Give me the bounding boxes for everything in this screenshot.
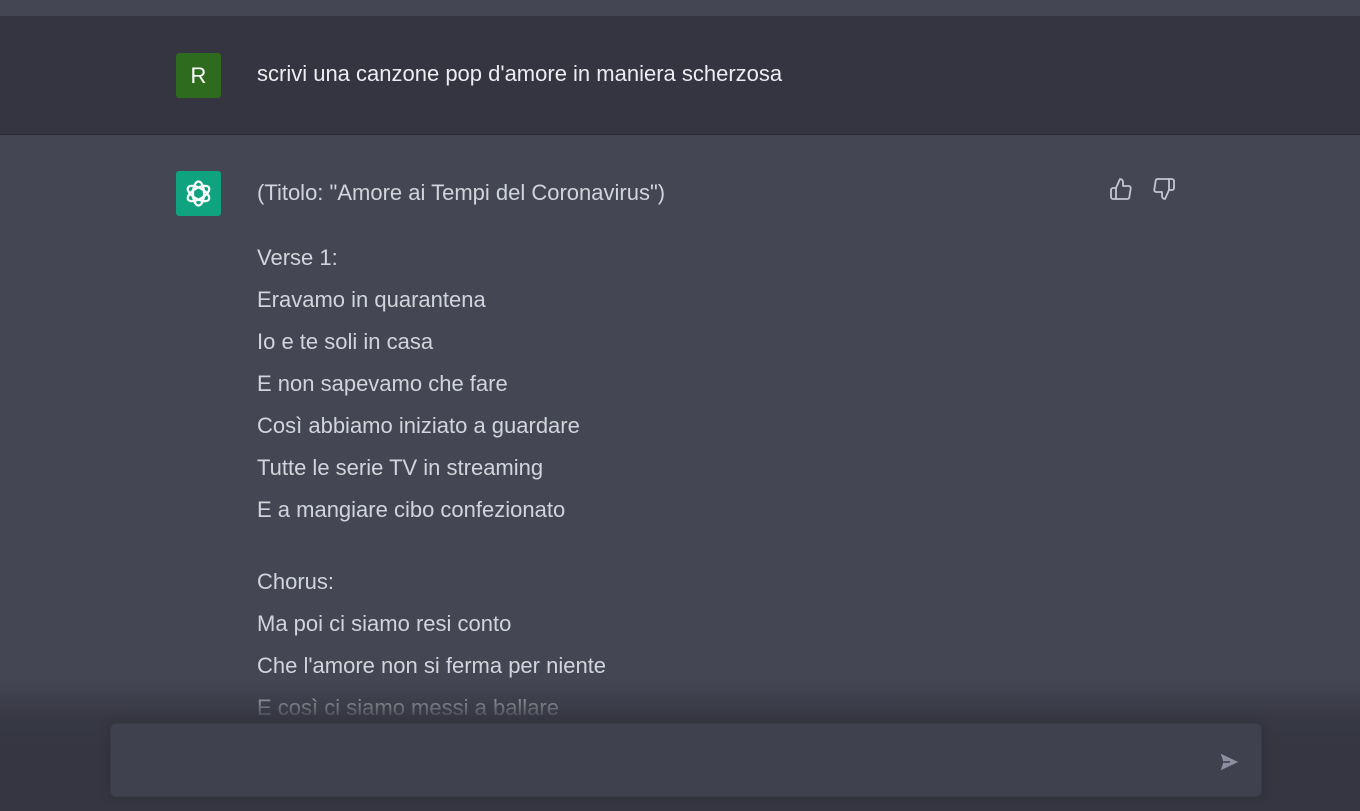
lyric-line: Ma poi ci siamo resi conto — [257, 611, 512, 636]
chorus: Chorus: Ma poi ci siamo resi conto Che l… — [257, 561, 1087, 729]
lyric-line: Tutte le serie TV in streaming — [257, 455, 544, 480]
user-avatar: R — [176, 53, 221, 98]
previous-message-edge — [0, 0, 1360, 16]
assistant-message-text: (Titolo: "Amore ai Tempi del Coronavirus… — [257, 179, 1087, 759]
thumbs-up-icon — [1110, 178, 1132, 200]
user-message-text: scrivi una canzone pop d'amore in manier… — [257, 61, 783, 86]
verse-1-label: Verse 1: — [257, 245, 338, 270]
send-button[interactable] — [1216, 749, 1242, 775]
message-input[interactable] — [129, 744, 1193, 780]
lyric-line: Io e te soli in casa — [257, 329, 434, 354]
chat-page: R scrivi una canzone pop d'amore in mani… — [0, 0, 1360, 811]
lyric-line: Eravamo in quarantena — [257, 287, 486, 312]
chorus-label: Chorus: — [257, 569, 335, 594]
lyric-line: Che l'amore non si ferma per niente — [257, 653, 607, 678]
assistant-avatar — [176, 171, 221, 216]
assistant-message-row: (Titolo: "Amore ai Tempi del Coronavirus… — [0, 135, 1360, 811]
song-title-line: (Titolo: "Amore ai Tempi del Coronavirus… — [257, 180, 666, 205]
thumbs-down-icon — [1153, 178, 1175, 200]
user-message-row: R scrivi una canzone pop d'amore in mani… — [0, 16, 1360, 135]
lyric-line: E a mangiare cibo confezionato — [257, 497, 566, 522]
verse-1: Verse 1: Eravamo in quarantena Io e te s… — [257, 237, 1087, 531]
thumbs-up-button[interactable] — [1107, 175, 1135, 203]
send-icon — [1220, 753, 1239, 771]
openai-logo-icon — [186, 180, 211, 207]
lyric-line: Così abbiamo iniziato a guardare — [257, 413, 580, 438]
message-composer — [110, 723, 1262, 797]
lyric-line: E non sapevamo che fare — [257, 371, 508, 396]
thumbs-down-button[interactable] — [1150, 175, 1178, 203]
